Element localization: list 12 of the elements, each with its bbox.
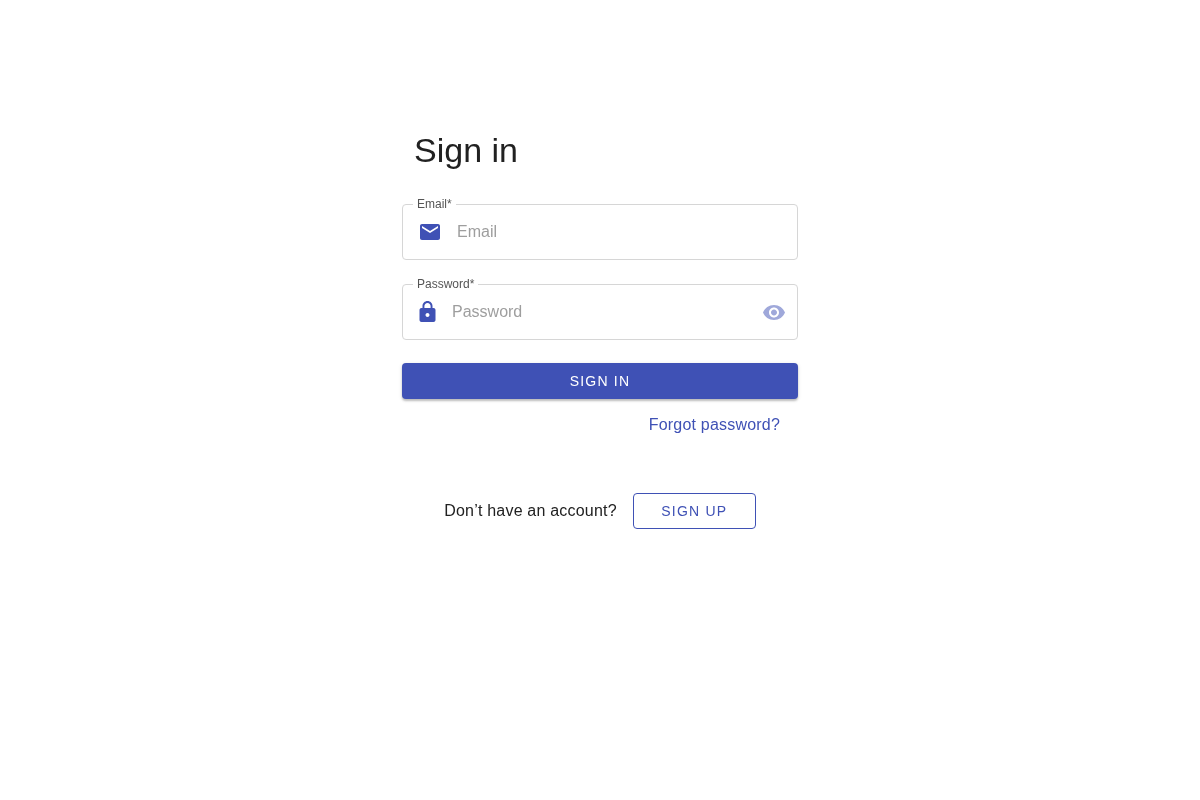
email-input[interactable]: Email: [457, 223, 785, 241]
sign-up-button[interactable]: SIGN UP: [632, 493, 756, 529]
lock-icon: [419, 301, 436, 323]
mail-icon: [419, 223, 441, 241]
sign-in-button[interactable]: SIGN IN: [402, 363, 798, 399]
password-input[interactable]: Password: [452, 303, 747, 321]
forgot-password-link[interactable]: Forgot password?: [648, 415, 780, 435]
signup-prompt: Don’t have an account?: [444, 502, 617, 520]
eye-icon[interactable]: [763, 304, 785, 320]
page-title: Sign in: [414, 130, 518, 171]
field-label: Password*: [413, 277, 479, 291]
field-label: Email*: [413, 197, 456, 211]
